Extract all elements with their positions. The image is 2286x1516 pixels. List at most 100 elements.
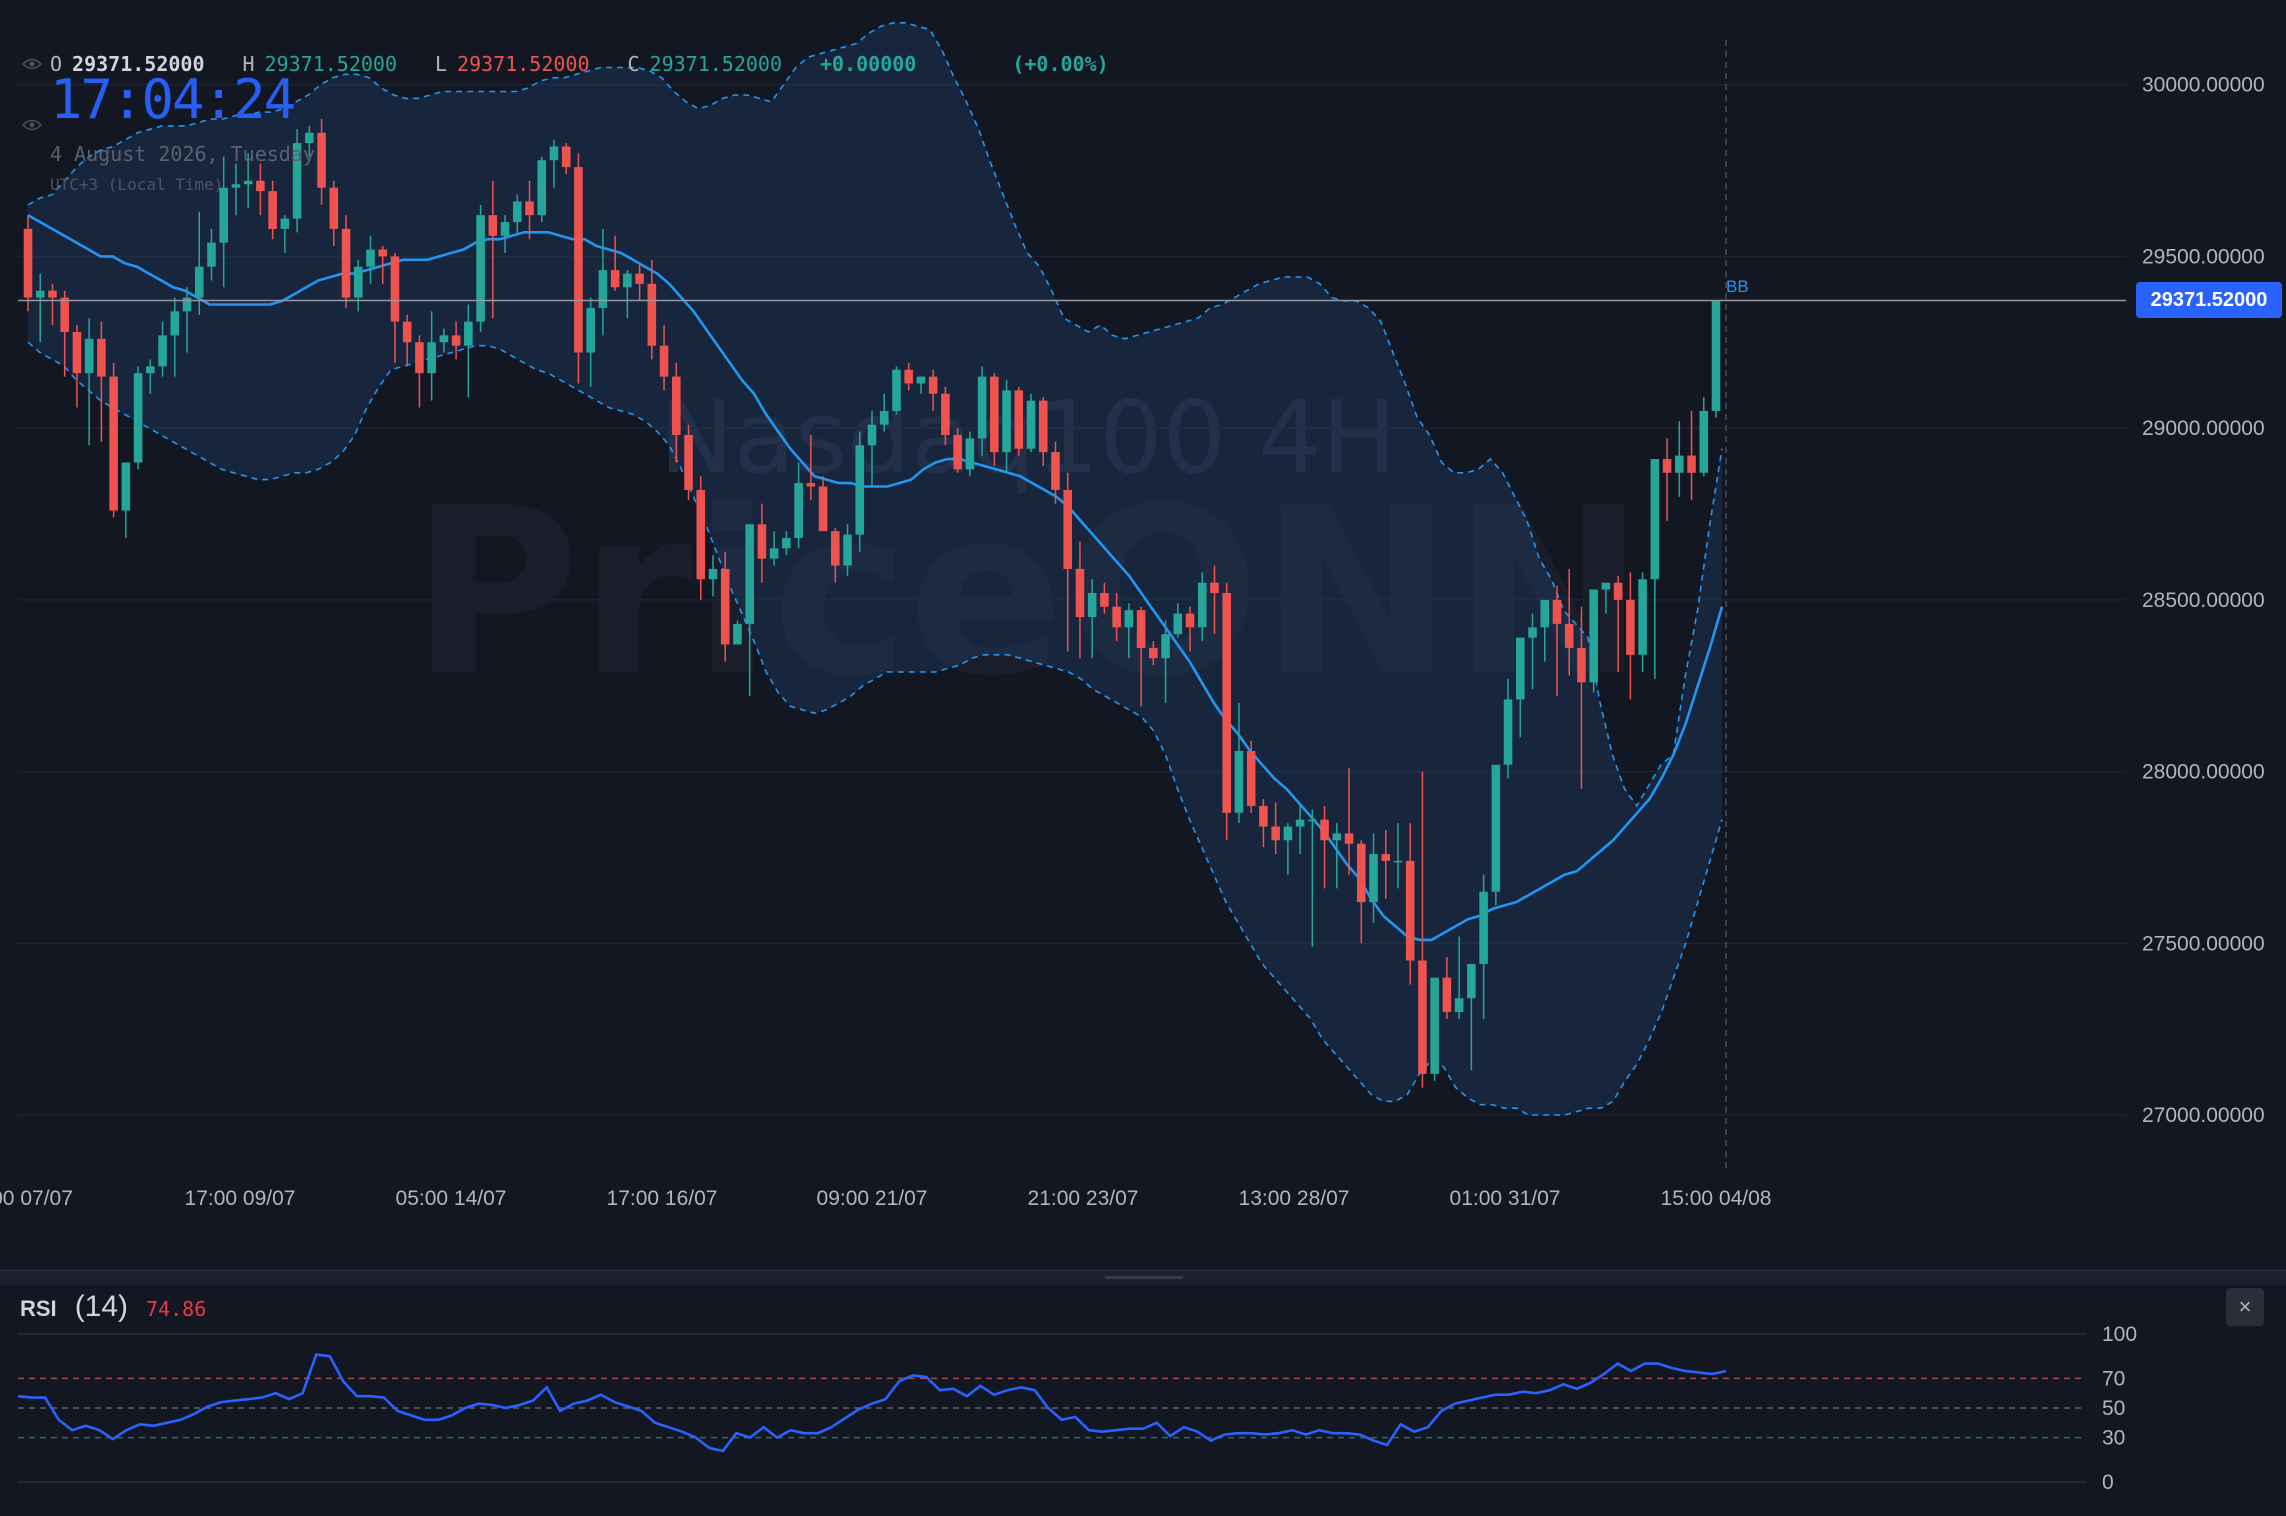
candle-body	[1528, 627, 1537, 638]
candle-body	[268, 191, 277, 229]
candle-body	[133, 373, 143, 463]
candle-body	[1405, 860, 1415, 961]
rsi-axis[interactable]: 100 70 50 30 0	[2102, 1323, 2137, 1494]
candle-body	[500, 222, 510, 236]
resize-handle[interactable]	[1105, 1276, 1183, 1279]
candle-body	[1601, 582, 1611, 590]
candle-body	[256, 180, 265, 192]
candle-body	[745, 524, 754, 624]
price-tick-label: 27500.00000	[2142, 932, 2265, 955]
candle-body	[659, 345, 669, 377]
candle-body	[464, 321, 473, 346]
candle-body	[1259, 805, 1268, 827]
candle-body	[1112, 606, 1121, 628]
candle-body	[904, 369, 913, 384]
candle-body	[1491, 764, 1501, 892]
price-tick-label: 28500.00000	[2142, 589, 2265, 612]
candle-body	[928, 376, 938, 394]
candle-body	[109, 376, 118, 511]
rsi-tick-label: 50	[2102, 1397, 2125, 1420]
candle-body	[1161, 634, 1170, 659]
candle-body	[1185, 613, 1195, 628]
candle-body	[1711, 301, 1721, 411]
candle-body	[1442, 977, 1452, 1013]
candle-body	[1222, 592, 1232, 813]
eye-icon-2[interactable]	[22, 118, 42, 132]
candle-body	[1467, 963, 1476, 999]
clock-date: 4 August 2026, Tuesday	[50, 142, 315, 166]
candle-body	[965, 438, 975, 470]
candle-body	[1503, 699, 1513, 765]
time-tick-label: 01:00 31/07	[1450, 1187, 1561, 1210]
candle-body	[182, 297, 192, 312]
candle-body	[757, 524, 767, 559]
candle-body	[512, 201, 522, 223]
candle-body	[1577, 647, 1586, 683]
candle-body	[329, 187, 339, 229]
candle-body	[170, 311, 180, 336]
candle-body	[121, 462, 131, 511]
candle-body	[1295, 819, 1305, 827]
rsi-line	[17, 1353, 1727, 1453]
candle-body	[635, 273, 644, 284]
bb-fill	[28, 22, 1722, 1115]
candle-body	[1613, 582, 1623, 600]
rsi-chart[interactable]: 100 70 50 30 0	[0, 1285, 2286, 1516]
candle-body	[353, 266, 363, 298]
candle-body	[1540, 599, 1550, 628]
candle-body	[415, 342, 424, 374]
price-tick-label: 30000.00000	[2142, 74, 2265, 97]
time-tick-label: 00 07/07	[0, 1187, 73, 1210]
low-value: 29371.52000	[457, 52, 590, 76]
candle-body	[1100, 592, 1109, 607]
candle-body	[696, 489, 706, 580]
candle-body	[610, 270, 620, 288]
eye-icon[interactable]	[22, 57, 42, 71]
candle-body	[720, 568, 730, 645]
candle-body	[1650, 459, 1660, 580]
candle-body	[1014, 390, 1024, 449]
candle-body	[855, 445, 865, 535]
candle-body	[378, 249, 388, 257]
candle-body	[23, 228, 33, 298]
time-tick-label: 21:00 23/07	[1028, 1187, 1139, 1210]
candle-body	[1026, 400, 1036, 449]
candle-body	[916, 376, 926, 384]
bollinger-bands	[27, 22, 1724, 1116]
candle-body	[941, 393, 950, 435]
candle-body	[733, 623, 742, 645]
last-price-tag: 29371.52000	[2136, 282, 2282, 318]
time-tick-label: 09:00 21/07	[817, 1187, 928, 1210]
time-axis[interactable]: 00 07/07 17:00 09/07 05:00 14/07 17:00 16/0…	[0, 1187, 1771, 1210]
candle-body	[146, 366, 155, 374]
candle-body	[1038, 400, 1048, 453]
candle-body	[1271, 826, 1280, 841]
clock-timezone: UTC+3 (Local Time)	[50, 175, 224, 194]
candle-body	[1638, 579, 1647, 655]
candle-body	[782, 538, 791, 549]
candle-body	[623, 273, 632, 288]
main-chart[interactable]: Nasdaq100 4H PriceONN 30000.0000029500.0…	[0, 0, 2286, 1270]
candle-body	[1210, 582, 1219, 593]
candle-body	[439, 335, 449, 343]
candle-body	[219, 187, 228, 243]
candle-body	[1516, 637, 1525, 700]
pane-divider[interactable]	[0, 1270, 2286, 1285]
candle-body	[794, 483, 803, 539]
candle-body	[1149, 647, 1158, 659]
candle-body	[1283, 826, 1293, 841]
candle-body	[1418, 960, 1427, 1074]
candle-body	[1124, 610, 1134, 628]
candle-body	[1479, 891, 1488, 964]
candle-body	[1051, 452, 1060, 490]
candle-body	[561, 146, 571, 168]
candle-body	[341, 228, 351, 298]
candle-body	[586, 307, 595, 353]
bb-label: BB	[1726, 277, 1749, 296]
candle-body	[1332, 833, 1342, 841]
candle-body	[48, 290, 57, 298]
candle-body	[1369, 854, 1378, 903]
candle-body	[867, 424, 877, 446]
price-axis[interactable]: 30000.00000 29500.00000 29000.00000 28500.0…	[2142, 74, 2265, 1127]
candle-body	[35, 290, 45, 298]
